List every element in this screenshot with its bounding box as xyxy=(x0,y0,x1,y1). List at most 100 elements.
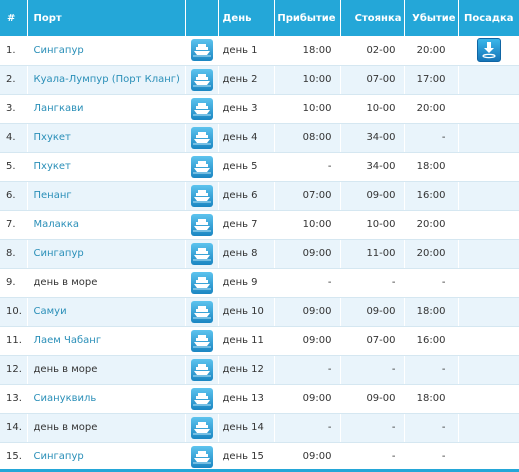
port-link[interactable]: Лаем Чабанг xyxy=(34,335,102,346)
port-link[interactable]: Сингапур xyxy=(34,248,84,259)
ship-icon[interactable] xyxy=(190,126,213,149)
port-link[interactable]: Сиануквиль xyxy=(34,393,97,404)
row-boarding-cell xyxy=(457,65,519,95)
row-boarding-cell xyxy=(457,355,519,385)
table-row: 6. Пенанг день 6 07:00 09-00 16:00 xyxy=(0,181,519,211)
row-stay: 07-00 xyxy=(339,326,404,356)
row-departure: 20:00 xyxy=(403,36,458,66)
table-row: 8. Сингапур день 8 09:00 11-00 20:00 xyxy=(0,239,519,269)
ship-icon[interactable] xyxy=(190,416,213,439)
port-link[interactable]: Сингапур xyxy=(34,451,84,462)
row-port: Куала-Лумпур (Порт Кланг) xyxy=(26,65,185,95)
port-link[interactable]: Малакка xyxy=(34,219,79,230)
table-row: 10. Самуи день 10 09:00 09-00 18:00 xyxy=(0,297,519,327)
row-arrival: 10:00 xyxy=(273,210,340,240)
row-day: день 6 xyxy=(217,181,274,211)
row-departure: 17:00 xyxy=(403,65,458,95)
ship-icon[interactable] xyxy=(190,387,213,410)
row-port: Сингапур xyxy=(26,36,185,66)
row-boarding-cell xyxy=(457,442,519,472)
row-number: 10. xyxy=(0,297,27,327)
row-stay: 07-00 xyxy=(339,65,404,95)
row-day: день 9 xyxy=(217,268,274,298)
ship-icon[interactable] xyxy=(190,271,213,294)
ship-icon[interactable] xyxy=(190,97,213,120)
ship-icon[interactable] xyxy=(190,300,213,323)
row-arrival: 09:00 xyxy=(273,442,340,472)
ship-icon[interactable] xyxy=(190,213,213,236)
ship-icon[interactable] xyxy=(190,242,213,265)
ship-icon[interactable] xyxy=(190,358,213,381)
row-arrival: - xyxy=(273,268,340,298)
ship-icon[interactable] xyxy=(190,445,213,468)
row-ship-cell xyxy=(184,181,218,211)
row-ship-cell xyxy=(184,442,218,472)
row-departure: 18:00 xyxy=(403,297,458,327)
row-departure: - xyxy=(403,268,458,298)
row-boarding-cell xyxy=(457,384,519,414)
row-number: 3. xyxy=(0,94,27,124)
row-number: 15. xyxy=(0,442,27,472)
header-arrival: Прибытие xyxy=(273,0,340,36)
row-arrival: 09:00 xyxy=(273,326,340,356)
row-day: день 7 xyxy=(217,210,274,240)
row-stay: 09-00 xyxy=(339,297,404,327)
row-departure: 20:00 xyxy=(403,210,458,240)
row-day: день 4 xyxy=(217,123,274,153)
table-row: 15. Сингапур день 15 09:00 - - xyxy=(0,442,519,472)
row-port: день в море xyxy=(26,355,185,385)
row-stay: 09-00 xyxy=(339,181,404,211)
row-port: Лаем Чабанг xyxy=(26,326,185,356)
row-ship-cell xyxy=(184,36,218,66)
port-link[interactable]: Куала-Лумпур (Порт Кланг) xyxy=(34,74,180,85)
row-port: Лангкави xyxy=(26,94,185,124)
row-boarding-cell xyxy=(457,36,519,66)
sea-day-label: день в море xyxy=(33,277,98,288)
row-stay: 02-00 xyxy=(339,36,404,66)
row-port: Пхукет xyxy=(26,123,185,153)
row-arrival: 09:00 xyxy=(273,297,340,327)
header-port: Порт xyxy=(26,0,185,36)
row-port: Сингапур xyxy=(26,239,185,269)
row-port: Малакка xyxy=(26,210,185,240)
port-link[interactable]: Сингапур xyxy=(34,45,84,56)
port-link[interactable]: Пхукет xyxy=(34,161,71,172)
row-number: 1. xyxy=(0,36,27,66)
row-port: Сингапур xyxy=(26,442,185,472)
port-link[interactable]: Пенанг xyxy=(34,190,72,201)
port-link[interactable]: Пхукет xyxy=(34,132,71,143)
itinerary-table: # Порт День Прибытие Стоянка Убытие Поса… xyxy=(0,0,519,472)
row-departure: 18:00 xyxy=(403,384,458,414)
row-stay: 10-00 xyxy=(339,94,404,124)
row-arrival: 10:00 xyxy=(273,65,340,95)
port-link[interactable]: Лангкави xyxy=(34,103,84,114)
row-port: Пенанг xyxy=(26,181,185,211)
header-stay: Стоянка xyxy=(339,0,404,36)
ship-icon[interactable] xyxy=(190,68,213,91)
ship-icon[interactable] xyxy=(190,155,213,178)
table-row: 13. Сиануквиль день 13 09:00 09-00 18:00 xyxy=(0,384,519,414)
header-day: День xyxy=(217,0,274,36)
row-port: день в море xyxy=(26,413,185,443)
row-day: день 14 xyxy=(217,413,274,443)
ship-icon[interactable] xyxy=(190,184,213,207)
table-row: 2. Куала-Лумпур (Порт Кланг) день 2 10:0… xyxy=(0,65,519,95)
row-day: день 1 xyxy=(217,36,274,66)
row-ship-cell xyxy=(184,268,218,298)
row-number: 4. xyxy=(0,123,27,153)
table-row: 1. Сингапур день 1 18:00 02-00 20:00 xyxy=(0,36,519,66)
row-number: 13. xyxy=(0,384,27,414)
ship-icon[interactable] xyxy=(190,329,213,352)
row-day: день 12 xyxy=(217,355,274,385)
row-day: день 8 xyxy=(217,239,274,269)
row-arrival: 10:00 xyxy=(273,94,340,124)
header-ship xyxy=(184,0,218,36)
row-boarding-cell xyxy=(457,239,519,269)
row-arrival: - xyxy=(273,413,340,443)
ship-icon[interactable] xyxy=(190,39,213,62)
row-number: 11. xyxy=(0,326,27,356)
boarding-download-icon[interactable] xyxy=(476,38,501,63)
row-boarding-cell xyxy=(457,326,519,356)
row-boarding-cell xyxy=(457,152,519,182)
port-link[interactable]: Самуи xyxy=(34,306,67,317)
